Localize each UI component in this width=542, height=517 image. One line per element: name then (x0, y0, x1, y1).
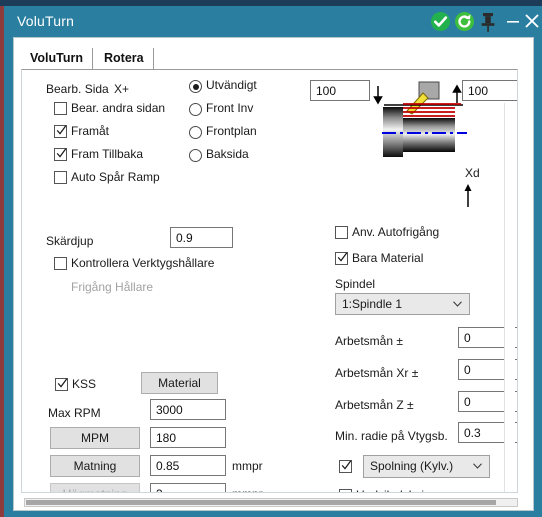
check-icon (57, 378, 68, 388)
titlebar: VoluTurn (4, 6, 542, 37)
rapid-feed-button[interactable]: Högmatning (50, 483, 140, 492)
stock-label-0: Arbetsmån ± (335, 334, 403, 348)
spindle-label: Spindel (335, 277, 376, 291)
checkbox-box (54, 257, 67, 270)
clearance-holder-label: Frigång Hållare (71, 280, 154, 294)
accept-icon[interactable] (430, 11, 451, 32)
radio-dot (192, 83, 199, 90)
check-icon (337, 252, 348, 262)
checkbox-label: KSS (72, 377, 97, 391)
tab-page-voluturn: Bearb. Sida X+ Bear. andra sidan Framåt (21, 69, 518, 493)
rapid-feed-unit-label: mmpr (232, 487, 263, 492)
check-icon (56, 148, 67, 158)
checkbox-box (54, 171, 67, 184)
radio-label: Baksida (206, 147, 249, 161)
mpm-input[interactable] (150, 427, 226, 448)
feed-button[interactable]: Matning (50, 455, 140, 477)
window-title: VoluTurn (17, 13, 75, 29)
vertical-scrollbar[interactable] (504, 103, 515, 492)
voluturn-dialog: VoluTurn VoluTurn Rotera Bearb. Sida X+ … (4, 6, 542, 517)
radio-circle (189, 103, 202, 116)
coolant-selected-value: Spolning (Kylv.) (370, 459, 454, 473)
radio-circle (189, 149, 202, 162)
checkbox-box (54, 102, 67, 115)
material-button[interactable]: Material (141, 372, 218, 394)
radio-label: Frontplan (206, 124, 257, 138)
close-button[interactable] (522, 10, 542, 32)
horizontal-scrollbar-thumb[interactable] (26, 500, 496, 505)
chevron-down-icon (473, 463, 482, 469)
checkbox-label: Fram Tillbaka (71, 147, 144, 161)
spindle-selected-value: 1:Spindle 1 (342, 297, 403, 311)
feed-unit-label: mmpr (232, 459, 263, 473)
check-icon (341, 460, 352, 470)
left-length-input[interactable] (310, 80, 370, 101)
horizontal-scrollbar[interactable] (24, 498, 518, 507)
cut-depth-input[interactable] (170, 227, 233, 248)
axis-arrow-icon (460, 182, 476, 213)
stock-label-2: Arbetsmån Z ± (335, 398, 414, 412)
refresh-icon[interactable] (454, 11, 475, 32)
chevron-down-icon (453, 301, 462, 307)
check-icon (56, 125, 67, 135)
client-area: VoluTurn Rotera Bearb. Sida X+ Bear. and… (13, 37, 534, 511)
machining-side-value: X+ (114, 82, 130, 96)
max-rpm-label: Max RPM (48, 406, 101, 420)
pushpin-icon[interactable] (478, 11, 498, 33)
tab-rotera[interactable]: Rotera (95, 48, 154, 70)
rapid-feed-input[interactable] (150, 483, 226, 492)
workpiece-diagram (367, 74, 482, 164)
max-rpm-input[interactable] (150, 399, 226, 420)
stock-label-1: Arbetsmån Xr ± (335, 366, 419, 380)
stock-label-3: Min. radie på Vtygsb. (335, 429, 448, 443)
application-window: VoluTurn VoluTurn Rotera Bearb. Sida X+ … (0, 0, 542, 517)
checkbox-label: Undvik dykning (356, 488, 437, 492)
checkbox-label: Kontrollera Verktygshållare (71, 256, 215, 270)
checkbox-box (339, 489, 352, 492)
axis-label-xd: Xd (465, 166, 480, 180)
checkbox-label: Anv. Autofrigång (352, 225, 440, 239)
spindle-select[interactable]: 1:Spindle 1 (335, 293, 470, 315)
checkbox-label: Framåt (71, 124, 110, 138)
radio-label: Front Inv (206, 101, 254, 115)
radio-circle (189, 126, 202, 139)
checkbox-label: Bara Material (352, 251, 424, 265)
minimize-button[interactable] (503, 10, 523, 32)
tab-voluturn[interactable]: VoluTurn (21, 48, 93, 70)
cut-depth-label: Skärdjup (46, 234, 94, 248)
feed-input[interactable] (150, 455, 226, 476)
coolant-select[interactable]: Spolning (Kylv.) (363, 455, 490, 478)
radio-label: Utvändigt (206, 78, 257, 92)
checkbox-box (335, 226, 348, 239)
mpm-button[interactable]: MPM (50, 427, 140, 449)
checkbox-label: Auto Spår Ramp (71, 170, 160, 184)
checkbox-label: Bear. andra sidan (71, 101, 166, 115)
machining-side-label: Bearb. Sida (46, 82, 109, 96)
